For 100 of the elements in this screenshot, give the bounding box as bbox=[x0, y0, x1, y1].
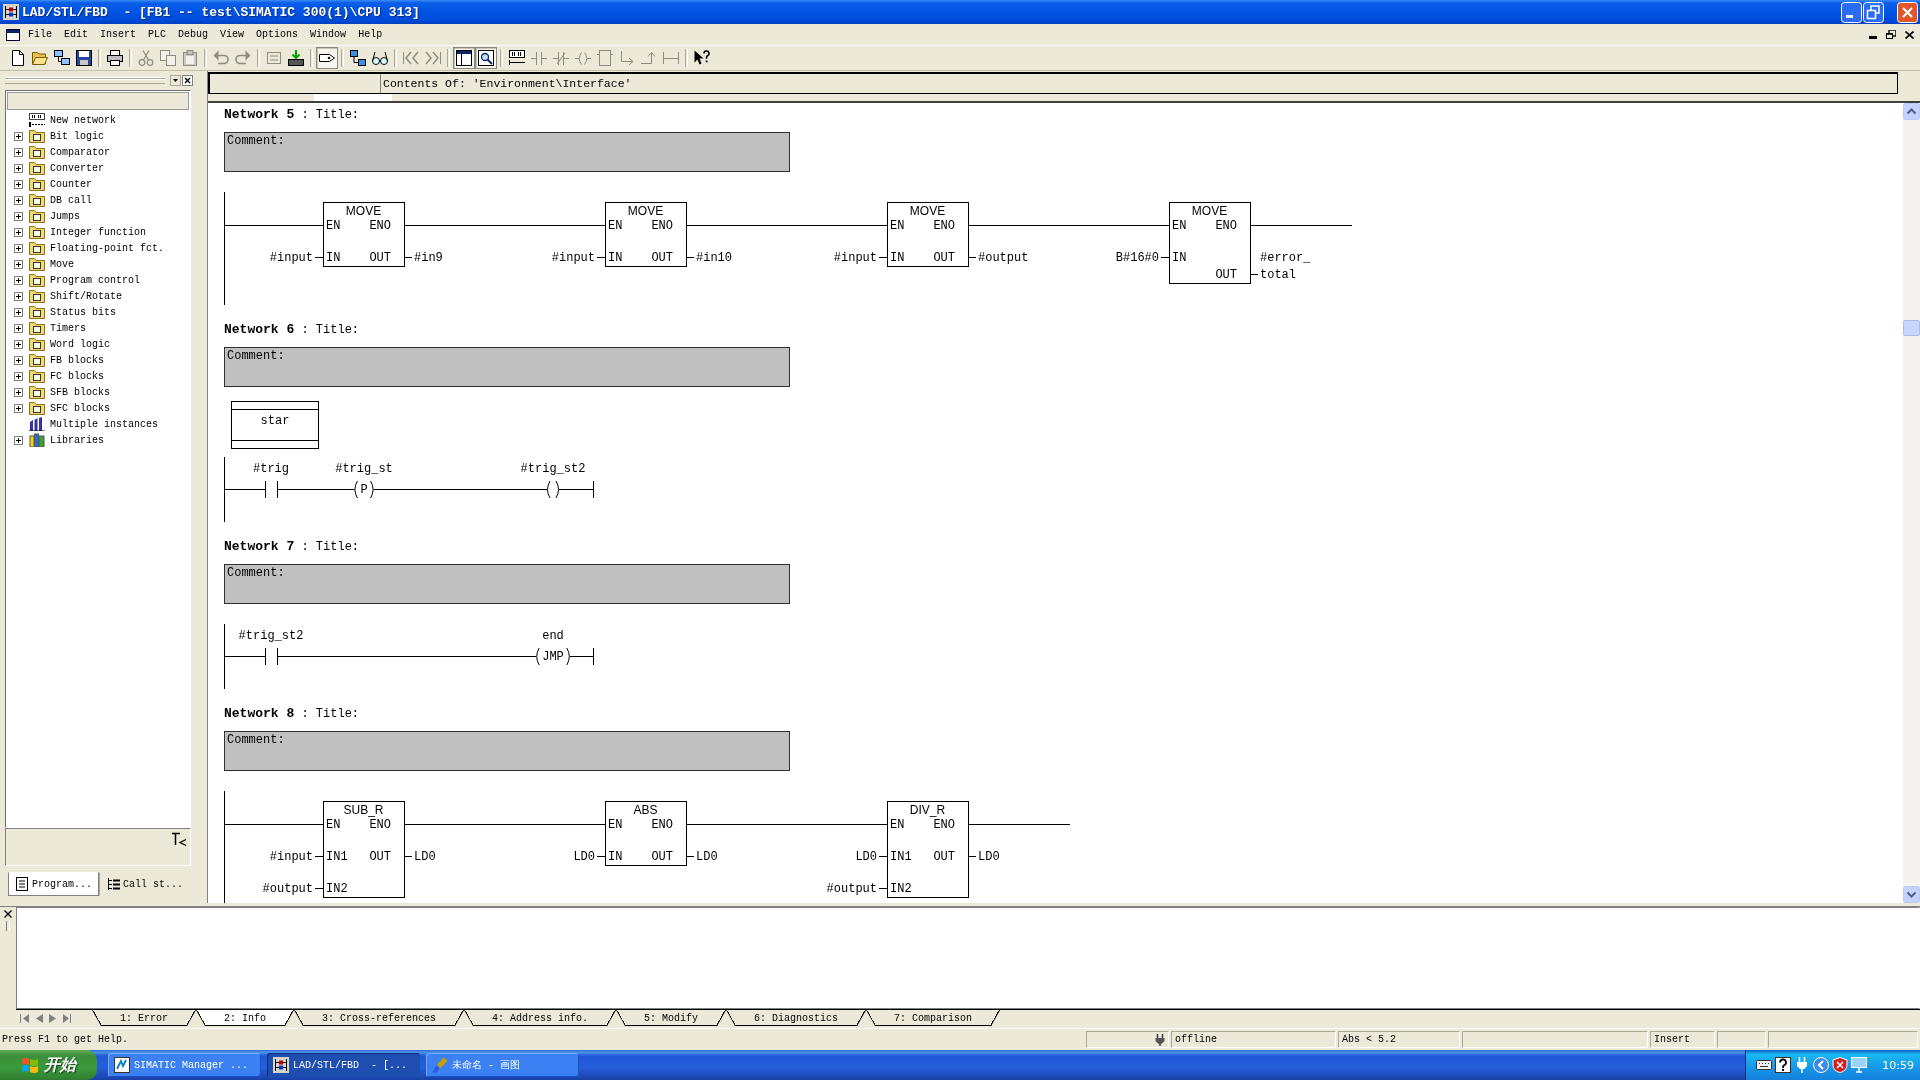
plus-icon[interactable] bbox=[14, 307, 23, 317]
comment-field[interactable]: Comment: bbox=[224, 347, 790, 387]
output-tab[interactable]: 4: Address info. bbox=[464, 1010, 617, 1026]
plus-icon[interactable] bbox=[14, 275, 23, 285]
plus-icon[interactable] bbox=[14, 259, 23, 269]
plus-icon[interactable] bbox=[14, 243, 23, 253]
triangle-right-icon[interactable] bbox=[48, 1014, 57, 1023]
folder-icon bbox=[29, 225, 45, 239]
operand-label: #output bbox=[978, 250, 1029, 265]
menu-item[interactable]: View bbox=[214, 25, 251, 44]
taskbar-button[interactable]: LAD/STL/FBD - [... bbox=[267, 1053, 420, 1077]
tree-item[interactable]: Status bits bbox=[14, 304, 190, 320]
tree-item[interactable]: SFB blocks bbox=[14, 384, 190, 400]
plus-icon[interactable] bbox=[14, 227, 23, 237]
skip-left-icon[interactable] bbox=[20, 1014, 29, 1023]
taskbar-button[interactable]: 未命名 - 画图 bbox=[426, 1053, 579, 1077]
chevron-left-icon[interactable] bbox=[1813, 1057, 1829, 1073]
tree-item[interactable]: Move bbox=[14, 256, 190, 272]
operand-label: #trig_st2 bbox=[520, 462, 586, 476]
tree-item[interactable]: Converter bbox=[14, 160, 190, 176]
output-tab[interactable]: 1: Error bbox=[92, 1010, 196, 1026]
plus-icon[interactable] bbox=[14, 403, 23, 413]
menu-item[interactable]: PLC bbox=[142, 25, 173, 44]
scrollbar-thumb[interactable] bbox=[1903, 320, 1920, 336]
start-button[interactable]: 开始 bbox=[0, 1050, 97, 1080]
plus-icon[interactable] bbox=[14, 339, 23, 349]
close-icon[interactable] bbox=[182, 75, 193, 86]
tree-item[interactable]: Libraries bbox=[14, 432, 190, 448]
tree-item[interactable]: DB call bbox=[14, 192, 190, 208]
tree-item[interactable]: Word logic bbox=[14, 336, 190, 352]
output-tab[interactable]: 3: Cross-references bbox=[294, 1010, 465, 1026]
menu-item[interactable]: Window bbox=[304, 25, 353, 44]
tree-item[interactable]: Program control bbox=[14, 272, 190, 288]
restore-icon[interactable] bbox=[1886, 30, 1896, 39]
plug-icon bbox=[1155, 1033, 1165, 1046]
plus-icon[interactable] bbox=[14, 291, 23, 301]
plus-icon[interactable] bbox=[14, 323, 23, 333]
plus-icon[interactable] bbox=[14, 195, 23, 205]
folder-icon bbox=[29, 369, 45, 383]
plus-icon[interactable] bbox=[14, 179, 23, 189]
tree-item[interactable]: SFC blocks bbox=[14, 400, 190, 416]
help-icon[interactable] bbox=[1775, 1057, 1791, 1073]
operand-label: #input bbox=[269, 849, 313, 864]
plus-icon[interactable] bbox=[14, 163, 23, 173]
tree-item[interactable]: Bit logic bbox=[14, 128, 190, 144]
mode-status: Insert bbox=[1650, 1031, 1715, 1048]
tree-item[interactable]: Shift/Rotate bbox=[14, 288, 190, 304]
menu-item[interactable]: File bbox=[22, 25, 58, 44]
tree-item[interactable]: Multiple instances bbox=[14, 416, 190, 432]
dropdown-icon[interactable] bbox=[170, 75, 181, 86]
tree-item[interactable]: Counter bbox=[14, 176, 190, 192]
tree-item[interactable]: New network bbox=[14, 112, 190, 128]
tree-item[interactable]: Jumps bbox=[14, 208, 190, 224]
plus-icon[interactable] bbox=[14, 355, 23, 365]
output-tab[interactable]: 7: Comparison bbox=[866, 1010, 1001, 1026]
grip-handle[interactable] bbox=[6, 921, 10, 931]
operand-label: LD0 bbox=[978, 849, 1000, 864]
plus-icon[interactable] bbox=[14, 387, 23, 397]
folder-icon bbox=[29, 337, 45, 351]
output-tab[interactable]: 5: Modify bbox=[616, 1010, 727, 1026]
menu-item[interactable]: Help bbox=[352, 25, 389, 44]
close-icon[interactable] bbox=[4, 910, 12, 918]
arrow-icon[interactable] bbox=[171, 831, 187, 847]
menu-item[interactable]: Insert bbox=[94, 25, 143, 44]
plus-icon[interactable] bbox=[14, 435, 23, 445]
comment-field[interactable]: Comment: bbox=[224, 132, 790, 172]
plus-icon[interactable] bbox=[14, 371, 23, 381]
minimize-icon[interactable] bbox=[1841, 1, 1862, 23]
comment-field[interactable]: Comment: bbox=[224, 731, 790, 771]
tree-item[interactable]: FB blocks bbox=[14, 352, 190, 368]
plus-icon[interactable] bbox=[14, 211, 23, 221]
tree-item[interactable]: Integer function bbox=[14, 224, 190, 240]
panel-tab[interactable]: Program... bbox=[8, 872, 99, 896]
output-tab[interactable]: 2: Info bbox=[196, 1010, 295, 1026]
menu-item[interactable]: Options bbox=[250, 25, 305, 44]
comment-field[interactable]: Comment: bbox=[224, 564, 790, 604]
window-icon[interactable] bbox=[6, 28, 20, 41]
grip-handle[interactable] bbox=[5, 77, 165, 84]
plus-icon[interactable] bbox=[14, 131, 23, 141]
panel-tab[interactable]: Call st... bbox=[99, 872, 191, 896]
skip-right-icon[interactable] bbox=[62, 1014, 71, 1023]
keyboard-icon[interactable] bbox=[1756, 1057, 1772, 1073]
triangle-left-icon[interactable] bbox=[34, 1014, 43, 1023]
menu-item[interactable]: Debug bbox=[172, 25, 215, 44]
rung-icon bbox=[29, 113, 45, 127]
close-icon[interactable] bbox=[1905, 30, 1914, 39]
menu-item[interactable]: Edit bbox=[58, 25, 95, 44]
taskbar-button[interactable]: SIMATIC Manager ... bbox=[108, 1053, 261, 1077]
tree-item[interactable]: Comparator bbox=[14, 144, 190, 160]
tree-item[interactable]: Timers bbox=[14, 320, 190, 336]
plus-icon[interactable] bbox=[14, 147, 23, 157]
operand-label: #input bbox=[551, 250, 595, 265]
operand-label: #trig_st2 bbox=[238, 629, 304, 643]
tree-item[interactable]: Floating-point fct. bbox=[14, 240, 190, 256]
tree-item[interactable]: FC blocks bbox=[14, 368, 190, 384]
monitor-icon[interactable] bbox=[1851, 1057, 1867, 1073]
shield-icon[interactable] bbox=[1832, 1057, 1848, 1073]
output-tab[interactable]: 6: Diagnostics bbox=[726, 1010, 867, 1026]
operand-label: #input bbox=[269, 250, 313, 265]
vertical-scrollbar[interactable] bbox=[1903, 103, 1920, 903]
